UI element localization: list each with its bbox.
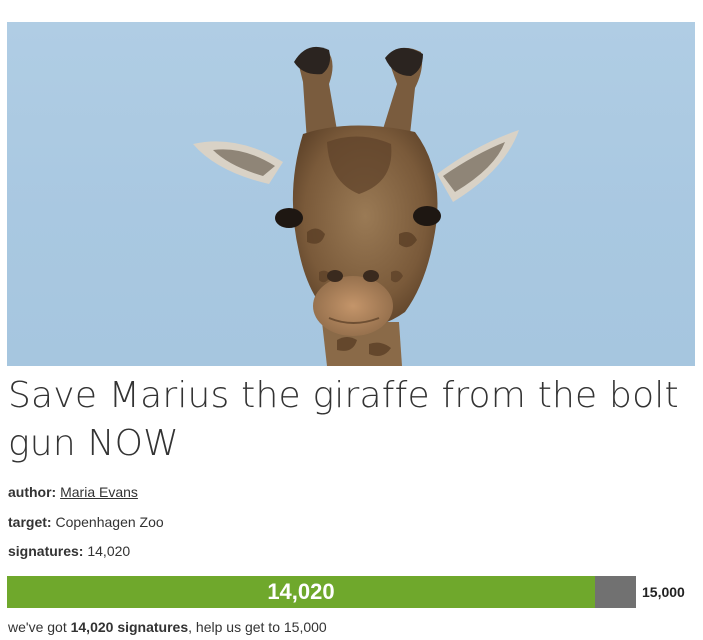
signatures-row: signatures: 14,020 xyxy=(8,543,130,559)
signature-progress-bar: 14,020 xyxy=(7,576,636,608)
progress-goal: 15,000 xyxy=(642,584,685,600)
giraffe-photo xyxy=(7,22,695,366)
author-row: author: Maria Evans xyxy=(8,484,138,500)
author-label: author: xyxy=(8,484,57,500)
summary-count: 14,020 xyxy=(70,619,114,635)
author-link[interactable]: Maria Evans xyxy=(60,484,138,500)
signatures-value: 14,020 xyxy=(87,543,131,559)
target-label: target: xyxy=(8,514,52,530)
target-value: Copenhagen Zoo xyxy=(55,514,164,530)
petition-title: Save Marius the giraffe from the bolt gu… xyxy=(8,375,679,464)
summary-suffix: , help us get to 15,000 xyxy=(188,619,327,635)
summary-unit: signatures xyxy=(117,619,189,635)
progress-fill: 14,020 xyxy=(7,576,595,608)
giraffe-illustration xyxy=(193,46,519,366)
signatures-label: signatures: xyxy=(8,543,84,559)
target-row: target: Copenhagen Zoo xyxy=(8,514,164,530)
signature-summary: we've got 14,020 signatures, help us get… xyxy=(8,619,327,635)
progress-current: 14,020 xyxy=(267,579,335,604)
summary-prefix: we've got xyxy=(8,619,67,635)
